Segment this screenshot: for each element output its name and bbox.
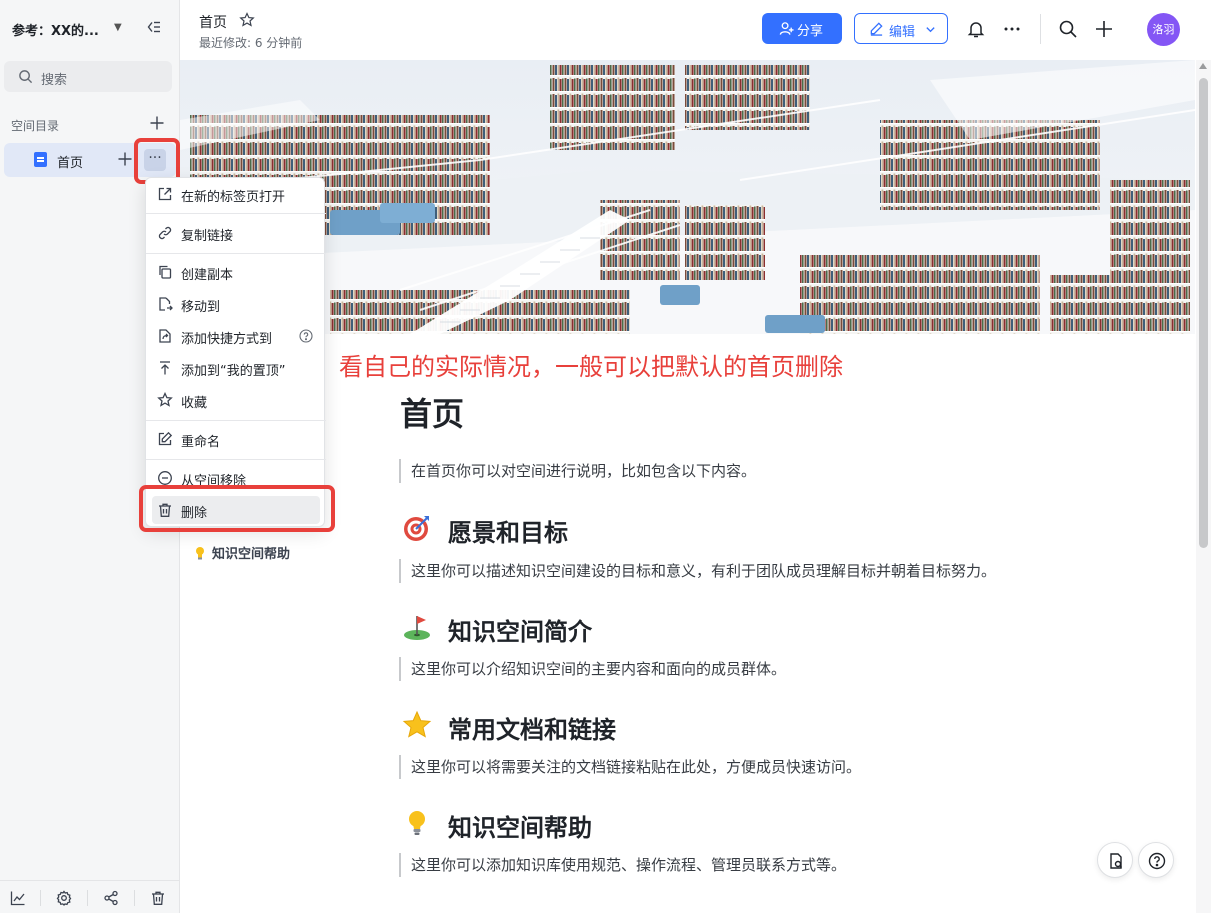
pin-top-icon bbox=[160, 361, 170, 375]
context-menu: 在新的标签页打开 复制链接 创建副本 移动到 添加快捷方式到 添加到“我的置顶”… bbox=[145, 177, 326, 527]
section-heading-text: 常用文档和链接 bbox=[448, 716, 616, 744]
copy-icon bbox=[159, 265, 172, 279]
section-text-vision: 这里你可以描述知识空间建设的目标和意义，有利于团队成员理解目标并朝着目标努力。 bbox=[399, 559, 996, 583]
edit-label: 编辑 bbox=[889, 25, 916, 40]
section-heading-help: 知识空间帮助 bbox=[402, 808, 592, 843]
analytics-icon[interactable] bbox=[10, 890, 26, 906]
section-text-intro: 这里你可以介绍知识空间的主要内容和面向的成员群体。 bbox=[399, 657, 786, 681]
pen-icon bbox=[870, 22, 883, 36]
section-heading-intro: 知识空间简介 bbox=[402, 612, 592, 647]
library-cover-illustration bbox=[180, 60, 1195, 334]
avatar[interactable]: 洛羽 bbox=[1147, 13, 1180, 46]
highlight-box-delete bbox=[139, 485, 335, 532]
shortcut-icon bbox=[159, 329, 171, 343]
sidebar-footer bbox=[0, 880, 180, 913]
search-placeholder: 搜索 bbox=[41, 73, 68, 88]
section-text-links: 这里你可以将需要关注的文档链接粘贴在此处，方便成员快速访问。 bbox=[399, 755, 861, 779]
menu-item-pin-top[interactable]: 添加到“我的置顶” bbox=[146, 356, 326, 382]
section-heading-text: 知识空间简介 bbox=[448, 618, 592, 646]
settings-icon[interactable] bbox=[56, 890, 72, 906]
menu-divider bbox=[146, 420, 326, 421]
space-title[interactable]: 参考：XX的... bbox=[12, 20, 99, 39]
add-page-icon[interactable] bbox=[149, 115, 165, 131]
search-icon[interactable] bbox=[1058, 19, 1078, 39]
add-icon[interactable] bbox=[1094, 19, 1114, 39]
share-label: 分享 bbox=[797, 24, 824, 39]
menu-item-duplicate[interactable]: 创建副本 bbox=[146, 260, 326, 286]
more-horizontal-icon[interactable] bbox=[1002, 19, 1022, 39]
last-modified: 最近修改: 6 分钟前 bbox=[199, 36, 303, 50]
divider bbox=[40, 890, 41, 906]
doc-info-icon bbox=[1110, 853, 1122, 869]
help-icon bbox=[1148, 852, 1166, 870]
menu-item-open-new-tab[interactable]: 在新的标签页打开 bbox=[146, 182, 326, 208]
link-icon bbox=[158, 226, 172, 240]
document-icon bbox=[34, 152, 47, 167]
open-new-tab-icon bbox=[158, 187, 172, 201]
annotation-text: 看自己的实际情况，一般可以把默认的首页删除 bbox=[339, 353, 843, 381]
doc-title[interactable]: 首页 bbox=[199, 12, 227, 32]
remove-circle-icon bbox=[158, 471, 172, 485]
cover-image bbox=[180, 60, 1195, 334]
golf-flag-icon bbox=[402, 612, 432, 642]
star-icon bbox=[157, 392, 173, 407]
menu-item-copy-link[interactable]: 复制链接 bbox=[146, 221, 326, 247]
star-icon[interactable] bbox=[239, 12, 255, 28]
light-bulb-icon bbox=[402, 808, 432, 838]
caret-down-icon[interactable]: ▼ bbox=[114, 22, 122, 33]
search-icon bbox=[19, 70, 33, 84]
menu-item-rename[interactable]: 重命名 bbox=[146, 427, 326, 453]
share-nodes-icon[interactable] bbox=[103, 890, 119, 906]
section-heading-text: 知识空间帮助 bbox=[448, 814, 592, 842]
menu-divider bbox=[146, 213, 326, 214]
search-input[interactable]: 搜索 bbox=[4, 61, 172, 92]
collapse-sidebar-icon[interactable] bbox=[146, 19, 162, 35]
help-icon[interactable] bbox=[299, 329, 313, 343]
light-bulb-icon bbox=[194, 546, 206, 562]
target-icon bbox=[402, 513, 432, 543]
sidebar-item-label: 首页 bbox=[57, 156, 84, 171]
top-bar: 首页 最近修改: 6 分钟前 分享 编辑 洛羽 bbox=[180, 0, 1211, 60]
add-subpage-icon[interactable] bbox=[117, 151, 133, 167]
scrollbar[interactable] bbox=[1196, 60, 1211, 913]
menu-divider bbox=[146, 253, 326, 254]
star-emoji-icon bbox=[402, 710, 432, 740]
help-button[interactable] bbox=[1138, 842, 1174, 878]
toc-item-help[interactable]: 知识空间帮助 bbox=[194, 543, 290, 562]
divider bbox=[134, 890, 135, 906]
toc-item-label: 知识空间帮助 bbox=[212, 547, 291, 562]
rename-icon bbox=[158, 431, 173, 446]
menu-divider bbox=[146, 459, 326, 460]
menu-item-favorite[interactable]: 收藏 bbox=[146, 388, 326, 414]
divider bbox=[1040, 14, 1041, 44]
section-heading-links: 常用文档和链接 bbox=[402, 710, 616, 745]
document-title: 首页 bbox=[400, 395, 465, 433]
menu-item-move-to[interactable]: 移动到 bbox=[146, 292, 326, 318]
doc-info-button[interactable] bbox=[1097, 842, 1133, 878]
share-button[interactable]: 分享 bbox=[762, 13, 842, 44]
trash-icon[interactable] bbox=[150, 890, 166, 906]
section-label: 空间目录 bbox=[11, 119, 60, 133]
section-heading-text: 愿景和目标 bbox=[448, 519, 568, 547]
intro-quote: 在首页你可以对空间进行说明，比如包含以下内容。 bbox=[399, 459, 756, 483]
move-icon bbox=[159, 297, 173, 311]
chevron-down-icon bbox=[926, 27, 935, 33]
section-text-help: 这里你可以添加知识库使用规范、操作流程、管理员联系方式等。 bbox=[399, 853, 846, 877]
menu-item-add-shortcut[interactable]: 添加快捷方式到 bbox=[146, 324, 326, 350]
edit-button[interactable]: 编辑 bbox=[854, 13, 948, 44]
notification-bell-icon[interactable] bbox=[966, 19, 986, 39]
scroll-up-arrow-icon[interactable] bbox=[1199, 63, 1207, 69]
scrollbar-thumb[interactable] bbox=[1199, 78, 1208, 548]
section-heading-vision: 愿景和目标 bbox=[402, 513, 568, 548]
add-user-icon bbox=[779, 22, 794, 35]
sidebar-header: 参考：XX的... ▼ bbox=[0, 0, 180, 58]
divider bbox=[87, 890, 88, 906]
